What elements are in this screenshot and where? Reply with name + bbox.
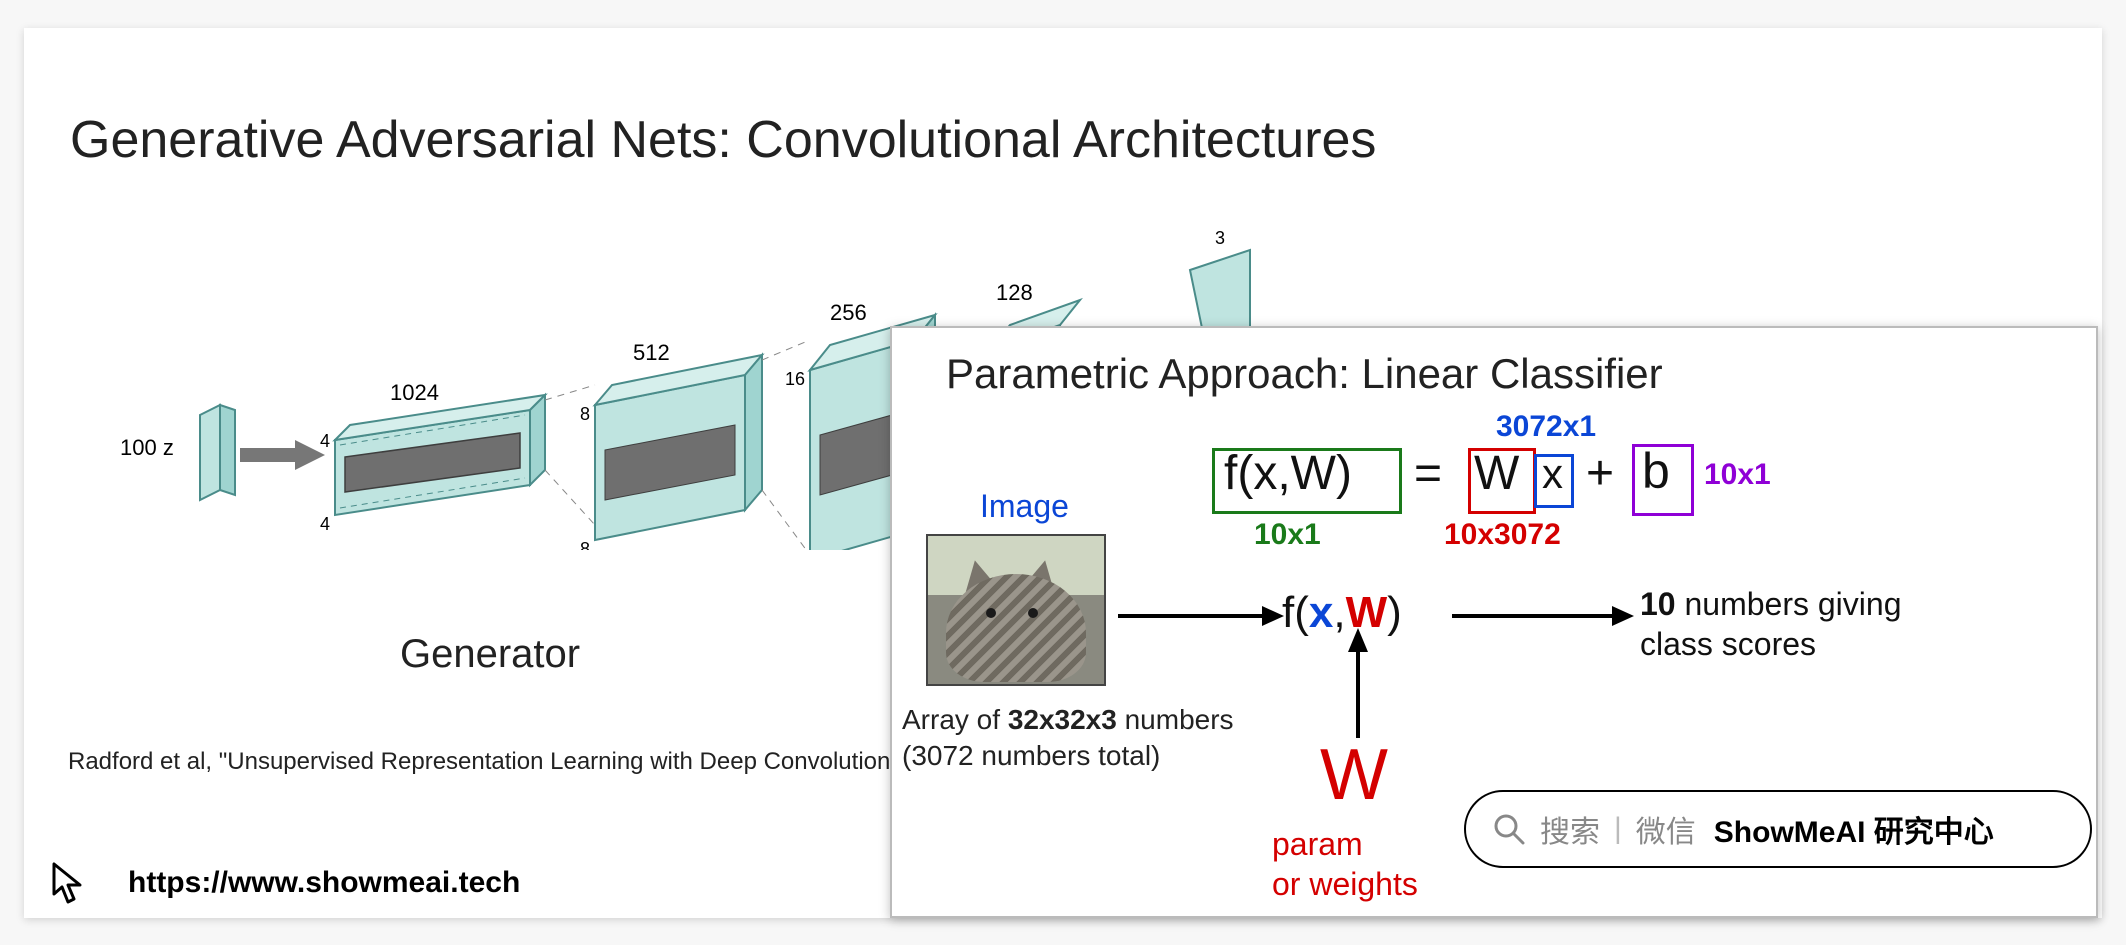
gen-input-label: 100 z — [120, 435, 174, 460]
big-w: W — [1320, 734, 1388, 816]
search-label: 搜索 — [1540, 807, 1600, 851]
search-divider: | — [1614, 812, 1622, 846]
gen-b2-w: 8 — [580, 404, 590, 424]
param-line1: param — [1272, 826, 1363, 863]
output-line2: class scores — [1640, 626, 1816, 663]
search-channel: 微信 — [1636, 807, 1696, 851]
gen-b2-channels: 512 — [633, 340, 670, 365]
output-line1: 10 numbers giving — [1640, 586, 1901, 623]
gen-b2-stride: Stride 2 — [653, 549, 715, 550]
gen-b2-h: 8 — [580, 539, 590, 550]
gen-block-2 — [595, 355, 762, 540]
gen-b3-channels: 256 — [830, 300, 867, 325]
search-brand: ShowMeAI 研究中心 — [1714, 807, 1994, 851]
gen-output-channels: 3 — [1215, 228, 1225, 248]
fxw-expression: f(x,W) — [1282, 588, 1402, 638]
gen-block-1 — [335, 395, 545, 515]
search-pill[interactable]: 搜索 | 微信 ShowMeAI 研究中心 — [1464, 790, 2092, 868]
gen-b1-w: 4 — [320, 431, 330, 451]
param-line2: or weights — [1272, 866, 1418, 903]
gen-b4-channels: 128 — [996, 280, 1033, 305]
slide-title: Generative Adversarial Nets: Convolution… — [70, 110, 1376, 170]
search-icon — [1492, 812, 1526, 846]
gen-b3-w: 16 — [785, 369, 805, 389]
gen-b1-h: 4 — [320, 514, 330, 534]
footer-url: https://www.showmeai.tech — [128, 866, 520, 900]
cursor-icon — [46, 860, 94, 908]
generator-caption: Generator — [400, 632, 580, 677]
slide-citation: Radford et al, "Unsupervised Representat… — [68, 748, 909, 776]
gen-b1-channels: 1024 — [390, 380, 439, 405]
